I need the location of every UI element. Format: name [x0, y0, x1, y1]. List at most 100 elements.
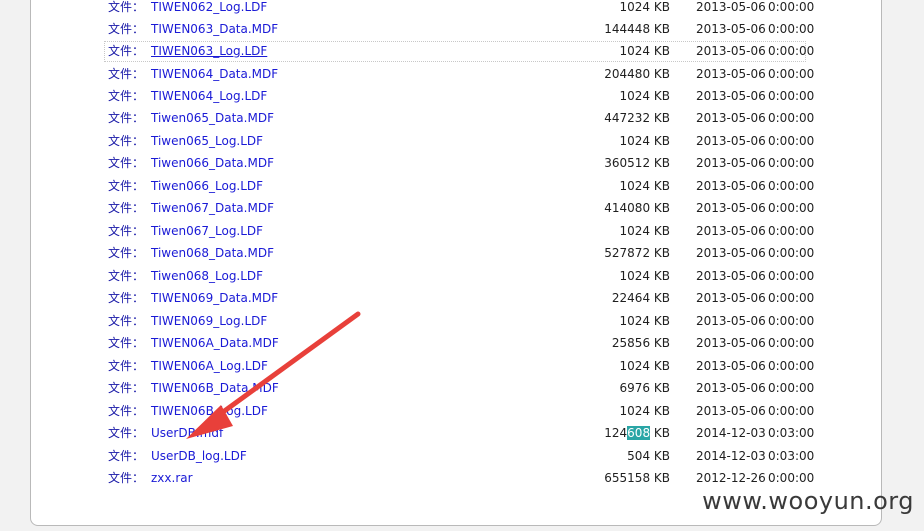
file-link[interactable]: Tiwen066_Log.LDF [151, 176, 263, 197]
file-size: 504 KB [627, 449, 670, 463]
file-link[interactable]: UserDB_log.LDF [151, 446, 247, 467]
file-link[interactable]: Tiwen066_Data.MDF [151, 153, 274, 174]
file-link[interactable]: TIWEN06B_Data.MDF [151, 378, 279, 399]
list-item[interactable]: 文件： TIWEN06A_Data.MDF 25856 KB 2013-05-06 0:… [104, 333, 814, 354]
file-time: 0:00:00 [768, 89, 815, 103]
file-size: 360512 KB [604, 156, 670, 170]
file-date: 2013-05-06 [696, 201, 766, 215]
list-item[interactable]: 文件： Tiwen066_Data.MDF 360512 KB 2013-05-06 0… [104, 153, 814, 174]
selected-text: 608 [627, 426, 651, 440]
file-link[interactable]: TIWEN063_Data.MDF [151, 19, 278, 40]
file-label: 文件： [108, 291, 145, 305]
list-item[interactable]: 文件： Tiwen068_Data.MDF 527872 KB 2013-05-06 0… [104, 243, 814, 264]
file-label: 文件： [108, 381, 145, 395]
file-link[interactable]: Tiwen067_Data.MDF [151, 198, 274, 219]
file-label: 文件： [108, 44, 145, 58]
list-item[interactable]: 文件： zxx.rar 655158 KB 2012-12-26 0:00:00 [104, 468, 814, 489]
file-link[interactable]: TIWEN064_Data.MDF [151, 64, 278, 85]
file-time: 0:00:00 [768, 111, 815, 125]
list-item[interactable]: 文件： TIWEN063_Data.MDF 144448 KB 2013-05-06 0… [104, 19, 814, 40]
file-link[interactable]: Tiwen067_Log.LDF [151, 221, 263, 242]
file-size: 1024 KB [619, 89, 670, 103]
file-date: 2013-05-06 [696, 111, 766, 125]
file-date: 2013-05-06 [696, 336, 766, 350]
file-label: 文件： [108, 0, 145, 14]
file-size-unit: KB [650, 426, 670, 440]
watermark: www.wooyun.org [702, 487, 914, 515]
file-size: 414080 KB [604, 201, 670, 215]
list-item[interactable]: 文件： TIWEN062_Log.LDF 1024 KB 2013-05-06 0:00… [104, 0, 814, 18]
file-size: 1024 KB [619, 404, 670, 418]
file-size: 1024 KB [619, 134, 670, 148]
file-link[interactable]: Tiwen068_Data.MDF [151, 243, 274, 264]
list-item[interactable]: 文件： UserDB_log.LDF 504 KB 2014-12-03 0:03:00 [104, 446, 814, 467]
file-label: 文件： [108, 89, 145, 103]
file-link[interactable]: TIWEN064_Log.LDF [151, 86, 267, 107]
file-date: 2013-05-06 [696, 404, 766, 418]
file-date: 2013-05-06 [696, 359, 766, 373]
file-label: 文件： [108, 111, 145, 125]
file-size: 527872 KB [604, 246, 670, 260]
file-date: 2013-05-06 [696, 89, 766, 103]
list-item[interactable]: 文件： Tiwen066_Log.LDF 1024 KB 2013-05-06 0:00… [104, 176, 814, 197]
list-item[interactable]: 文件： Tiwen067_Log.LDF 1024 KB 2013-05-06 0:00… [104, 221, 814, 242]
list-item[interactable]: 文件： TIWEN06B_Log.LDF 1024 KB 2013-05-06 0:00… [104, 401, 814, 422]
file-time: 0:00:00 [768, 0, 815, 14]
file-link[interactable]: UserDB.mdf [151, 423, 223, 444]
file-link[interactable]: Tiwen065_Data.MDF [151, 108, 274, 129]
file-date: 2013-05-06 [696, 179, 766, 193]
file-date: 2014-12-03 [696, 426, 766, 440]
file-date: 2013-05-06 [696, 314, 766, 328]
file-size: 1024 KB [619, 224, 670, 238]
file-link[interactable]: TIWEN069_Data.MDF [151, 288, 278, 309]
file-link[interactable]: TIWEN06B_Log.LDF [151, 401, 268, 422]
list-item[interactable]: 文件： TIWEN06A_Log.LDF 1024 KB 2013-05-06 0:00… [104, 356, 814, 377]
file-date: 2012-12-26 [696, 471, 766, 485]
file-label: 文件： [108, 179, 145, 193]
file-label: 文件： [108, 67, 145, 81]
list-item[interactable]: 文件： TIWEN06B_Data.MDF 6976 KB 2013-05-06 0:0… [104, 378, 814, 399]
file-size: 144448 KB [604, 22, 670, 36]
file-link[interactable]: Tiwen068_Log.LDF [151, 266, 263, 287]
file-size: 204480 KB [604, 67, 670, 81]
file-size: 1024 KB [619, 0, 670, 14]
list-item[interactable]: 文件： Tiwen067_Data.MDF 414080 KB 2013-05-06 0… [104, 198, 814, 219]
file-link[interactable]: TIWEN06A_Log.LDF [151, 356, 268, 377]
file-label: 文件： [108, 201, 145, 215]
file-link[interactable]: TIWEN06A_Data.MDF [151, 333, 279, 354]
file-time: 0:00:00 [768, 44, 815, 58]
file-date: 2013-05-06 [696, 44, 766, 58]
list-item[interactable]: 文件： Tiwen068_Log.LDF 1024 KB 2013-05-06 0:00… [104, 266, 814, 287]
file-label: 文件： [108, 449, 145, 463]
file-time: 0:00:00 [768, 336, 815, 350]
file-time: 0:00:00 [768, 471, 815, 485]
file-label: 文件： [108, 314, 145, 328]
list-item[interactable]: 文件： UserDB.mdf 124608 KB 2014-12-03 0:03:00 [104, 423, 814, 444]
list-item[interactable]: 文件： Tiwen065_Data.MDF 447232 KB 2013-05-06 0… [104, 108, 814, 129]
file-date: 2013-05-06 [696, 156, 766, 170]
list-item[interactable]: 文件： TIWEN069_Data.MDF 22464 KB 2013-05-06 0:… [104, 288, 814, 309]
file-size: 1024 KB [619, 44, 670, 58]
file-time: 0:00:00 [768, 291, 815, 305]
file-label: 文件： [108, 269, 145, 283]
file-link[interactable]: TIWEN062_Log.LDF [151, 0, 267, 18]
file-time: 0:00:00 [768, 201, 815, 215]
list-item[interactable]: 文件： TIWEN064_Data.MDF 204480 KB 2013-05-06 0… [104, 64, 814, 85]
file-time: 0:00:00 [768, 179, 815, 193]
file-time: 0:00:00 [768, 314, 815, 328]
list-item[interactable]: 文件： Tiwen065_Log.LDF 1024 KB 2013-05-06 0:00… [104, 131, 814, 152]
file-label: 文件： [108, 426, 145, 440]
file-time: 0:00:00 [768, 22, 815, 36]
file-link[interactable]: TIWEN069_Log.LDF [151, 311, 267, 332]
file-size: 22464 KB [611, 291, 670, 305]
file-link[interactable]: zxx.rar [151, 468, 193, 489]
file-link[interactable]: TIWEN063_Log.LDF [151, 41, 267, 62]
list-item[interactable]: 文件： TIWEN069_Log.LDF 1024 KB 2013-05-06 0:00… [104, 311, 814, 332]
file-size: 1024 KB [619, 314, 670, 328]
file-link[interactable]: Tiwen065_Log.LDF [151, 131, 263, 152]
list-item[interactable]: 文件： TIWEN064_Log.LDF 1024 KB 2013-05-06 0:00… [104, 86, 814, 107]
file-label: 文件： [108, 336, 145, 350]
list-item[interactable]: 文件： TIWEN063_Log.LDF 1024 KB 2013-05-06 0:00… [104, 41, 814, 62]
file-date: 2013-05-06 [696, 67, 766, 81]
file-date: 2014-12-03 [696, 449, 766, 463]
